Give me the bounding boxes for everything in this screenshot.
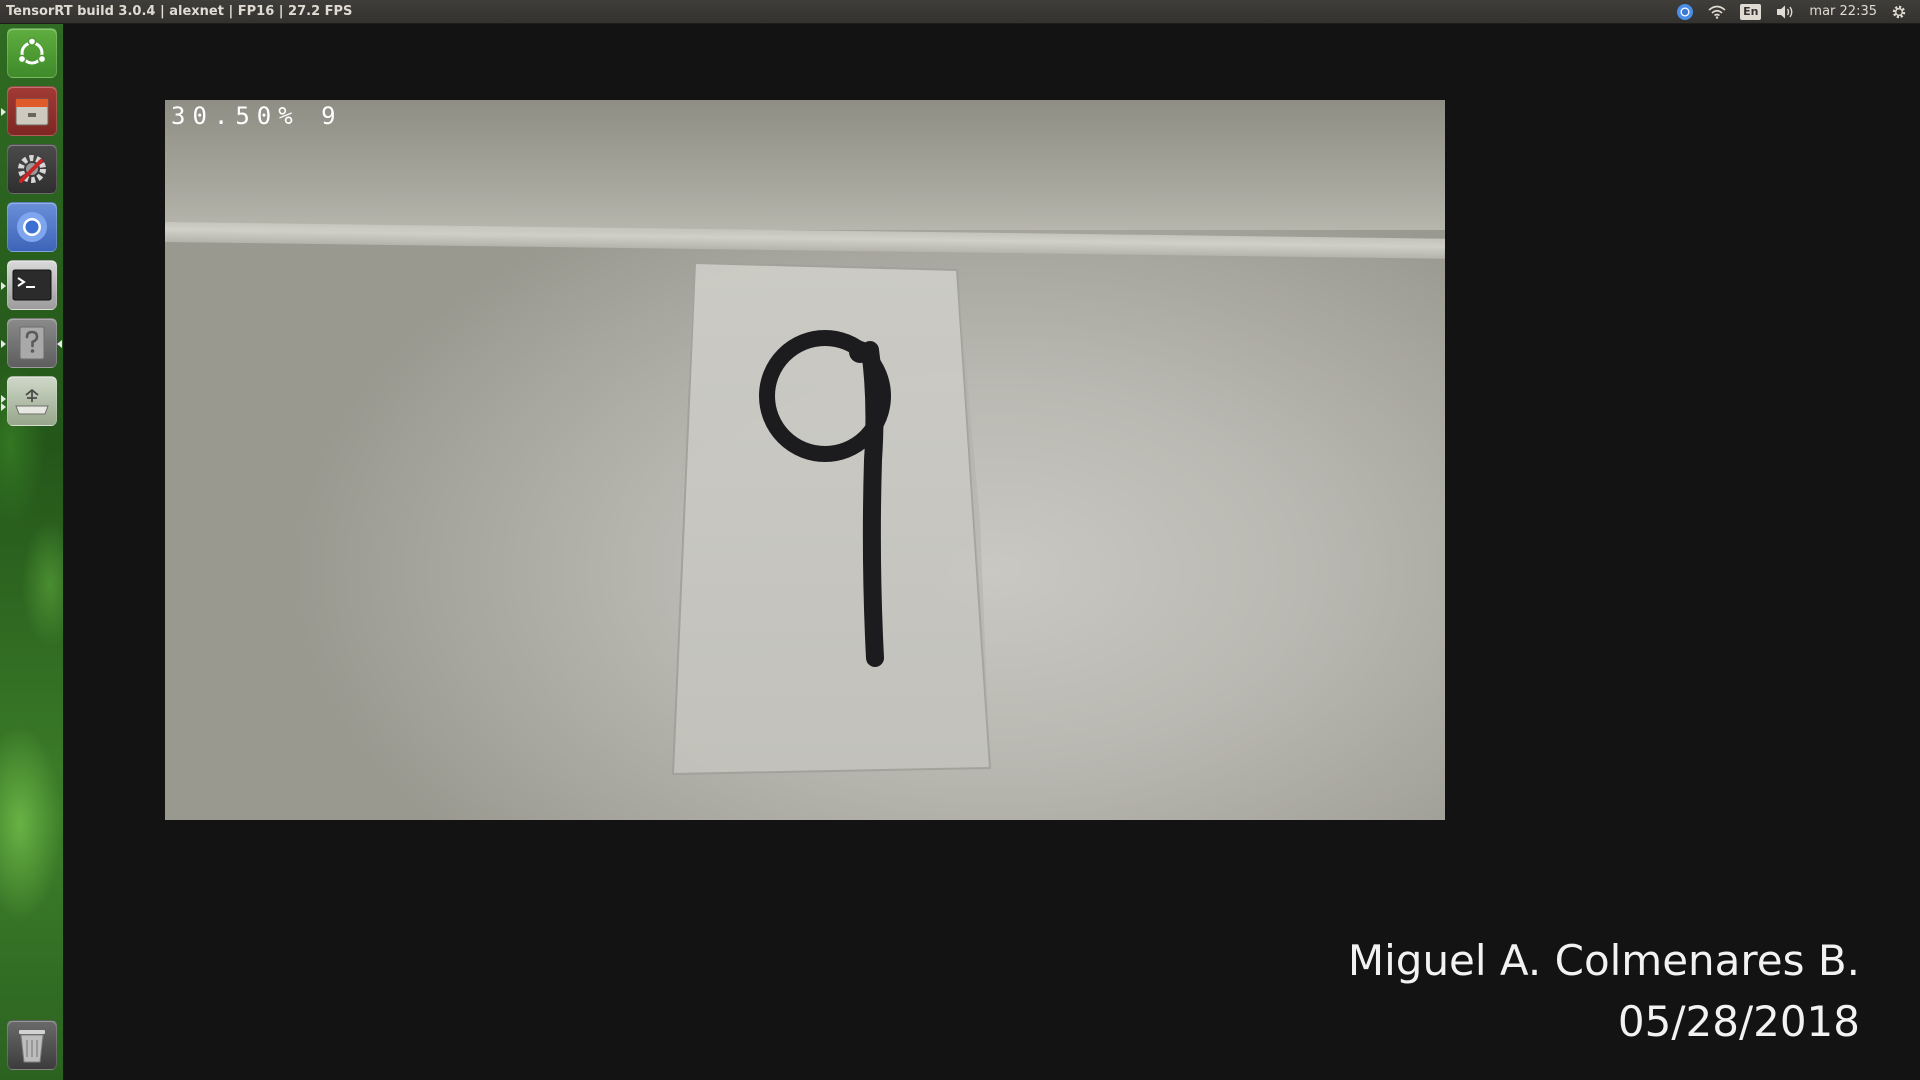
- camera-view: 30.50% 9: [165, 100, 1445, 820]
- keyboard-layout-label: En: [1740, 3, 1762, 20]
- running-indicator: [1, 108, 6, 116]
- date-label: 05/28/2018: [1617, 997, 1860, 1046]
- author-name: Miguel A. Colmenares B.: [1347, 936, 1860, 985]
- running-indicator: [1, 340, 6, 348]
- running-indicator: [1, 282, 6, 290]
- credits: Miguel A. Colmenares B. 05/28/2018: [1348, 930, 1860, 1052]
- chromium-icon[interactable]: [7, 202, 57, 252]
- running-indicator: [1, 395, 6, 403]
- window-title: TensorRT build 3.0.4 | alexnet | FP16 | …: [6, 4, 353, 19]
- system-settings-icon[interactable]: [7, 144, 57, 194]
- chromium-indicator-icon[interactable]: [1669, 0, 1701, 24]
- terminal-icon[interactable]: [1, 260, 57, 310]
- file-manager-icon[interactable]: [1, 86, 57, 136]
- usb-drive-icon[interactable]: [1, 376, 57, 426]
- focus-indicator: [57, 340, 62, 348]
- trash-icon[interactable]: [7, 1020, 57, 1070]
- top-panel: TensorRT build 3.0.4 | alexnet | FP16 | …: [0, 0, 1920, 24]
- running-indicator: [1, 403, 6, 411]
- help-icon[interactable]: [1, 318, 62, 368]
- launcher: [0, 24, 64, 1080]
- wifi-icon[interactable]: [1701, 0, 1733, 24]
- gear-icon[interactable]: [1884, 0, 1914, 24]
- ubuntu-dash-icon[interactable]: [7, 28, 57, 78]
- indicator-area: En mar 22:35: [1669, 0, 1920, 24]
- classification-overlay: 30.50% 9: [171, 102, 343, 130]
- keyboard-layout-icon[interactable]: En: [1733, 0, 1768, 24]
- paper-sheet: [671, 261, 992, 776]
- clock[interactable]: mar 22:35: [1802, 0, 1884, 24]
- volume-icon[interactable]: [1768, 0, 1802, 24]
